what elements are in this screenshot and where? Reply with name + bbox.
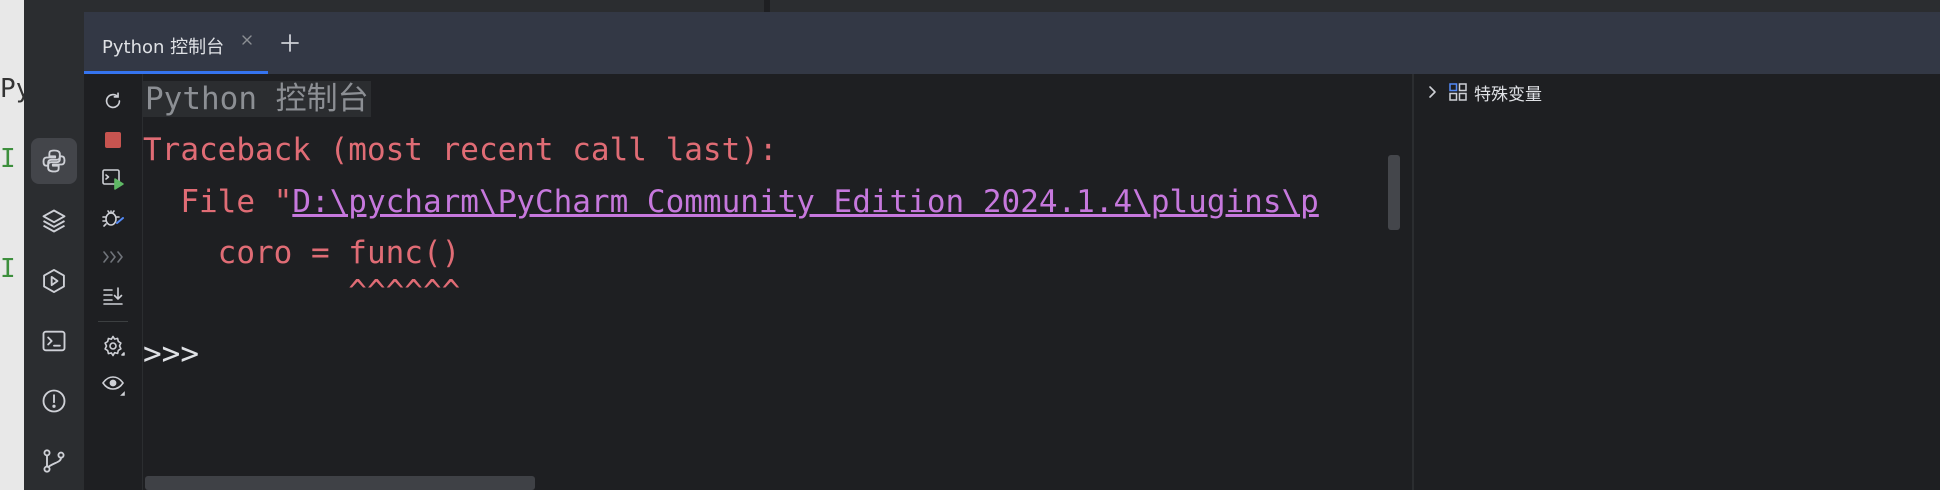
- input-prompt[interactable]: >>>: [143, 334, 199, 374]
- editor-edge: Py I I: [0, 0, 24, 490]
- problems-button[interactable]: [31, 378, 77, 424]
- chevrons-right-icon: [103, 251, 123, 263]
- plus-icon: [281, 34, 299, 52]
- python-icon: [42, 149, 66, 173]
- console-run-icon: [102, 169, 124, 190]
- show-variables-button[interactable]: [98, 370, 128, 400]
- variables-group-icon: [1449, 83, 1467, 101]
- services-icon: [43, 268, 65, 294]
- editor-fragment: I: [0, 144, 16, 174]
- run-in-console-button[interactable]: [98, 164, 128, 194]
- layers-button[interactable]: [31, 198, 77, 244]
- scroll-to-end-icon: [103, 287, 123, 305]
- stop-icon: [105, 132, 121, 148]
- toolbar-separator: [98, 321, 128, 322]
- editor-fragment: Py: [0, 74, 24, 104]
- editor-fragment: I: [0, 254, 16, 284]
- variables-panel: 特殊变量: [1414, 74, 1940, 490]
- code-line: coro = func(): [143, 235, 461, 271]
- file-path-link[interactable]: D:\pycharm\PyCharm Community Edition 202…: [292, 184, 1319, 220]
- problems-icon: [42, 389, 66, 413]
- debug-icon: [102, 210, 124, 227]
- traceback-header: Traceback (most recent call last):: [143, 132, 778, 168]
- rerun-icon: [105, 92, 121, 109]
- console-toolbar: [84, 74, 143, 490]
- special-variables-node[interactable]: 特殊变量: [1424, 79, 1542, 105]
- terminal-button[interactable]: [31, 318, 77, 364]
- tab-bar: Python 控制台: [84, 12, 1940, 75]
- gear-icon: [104, 335, 125, 357]
- scroll-to-end-button[interactable]: [98, 281, 128, 311]
- file-prefix: File ": [143, 184, 293, 220]
- tab-label: Python 控制台: [102, 37, 225, 58]
- rerun-button[interactable]: [98, 86, 128, 116]
- activity-bar: [24, 0, 85, 490]
- execute-history-button[interactable]: [98, 242, 128, 272]
- python-packages-button[interactable]: [31, 138, 77, 184]
- console-output[interactable]: Python 控制台 Traceback (most recent call l…: [143, 74, 1403, 470]
- top-strip: [84, 0, 1940, 12]
- eye-icon: [102, 376, 125, 396]
- vertical-scrollbar[interactable]: [1388, 155, 1400, 230]
- attach-debugger-button[interactable]: [98, 203, 128, 233]
- git-branch-icon: [43, 449, 65, 473]
- console-title: Python 控制台: [143, 81, 371, 117]
- close-icon[interactable]: [239, 32, 255, 48]
- tab-python-console[interactable]: Python 控制台: [84, 12, 268, 74]
- chevron-right-icon[interactable]: [1424, 84, 1440, 100]
- special-variables-label: 特殊变量: [1474, 84, 1542, 105]
- services-button[interactable]: [31, 258, 77, 304]
- terminal-icon: [42, 330, 66, 352]
- caret-line: ^^^^^^: [143, 274, 461, 310]
- new-console-button[interactable]: [276, 29, 304, 57]
- version-control-button[interactable]: [31, 438, 77, 484]
- stop-button[interactable]: [98, 125, 128, 155]
- horizontal-scrollbar[interactable]: [145, 476, 535, 490]
- layers-icon: [42, 209, 66, 233]
- settings-button[interactable]: [98, 331, 128, 361]
